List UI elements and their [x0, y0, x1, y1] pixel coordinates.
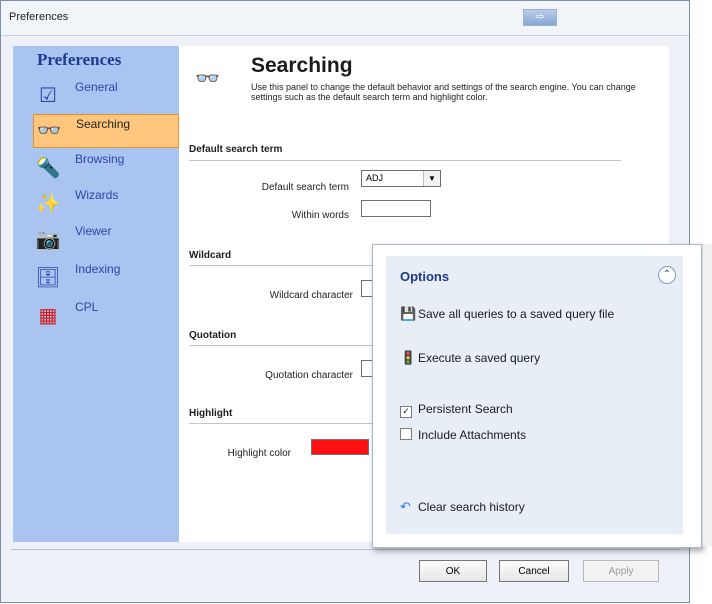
sidebar-item-wizards[interactable]: ✨ Wizards — [33, 188, 179, 222]
section-title-highlight: Highlight — [189, 408, 233, 419]
persistent-search-checkbox[interactable]: ✓ Persistent Search — [400, 402, 560, 418]
divider — [189, 160, 621, 161]
scrollbar[interactable] — [702, 244, 712, 546]
section-title-quotation: Quotation — [189, 330, 237, 341]
quotation-character-label: Quotation character — [265, 370, 353, 381]
traffic-light-icon: 🚦 — [400, 350, 417, 365]
undo-arrow-icon: ↶ — [400, 499, 411, 514]
include-attachments-label: Include Attachments — [418, 428, 527, 442]
options-title: Options — [400, 269, 450, 284]
wildcard-character-label: Wildcard character — [269, 290, 353, 301]
dialog-footer: OK Cancel Apply — [11, 549, 681, 604]
cancel-button[interactable]: Cancel — [499, 560, 569, 582]
options-popup: Options ⌃ 💾 Save all queries to a saved q… — [372, 244, 702, 548]
within-words-label: Within words — [291, 210, 349, 221]
checkbox-unchecked — [400, 428, 412, 440]
highlight-color-picker[interactable] — [311, 439, 369, 455]
sidebar-item-general[interactable]: ☑ General — [33, 80, 179, 114]
sidebar-item-label: CPL — [75, 300, 99, 314]
page-description: Use this panel to change the default beh… — [251, 82, 636, 102]
binoculars-icon: 👓 — [195, 68, 220, 90]
save-queries-task[interactable]: 💾 Save all queries to a saved query file — [400, 306, 660, 322]
window-title: Preferences — [9, 11, 69, 23]
sidebar-item-label: Browsing — [75, 152, 125, 166]
section-title-wildcard: Wildcard — [189, 250, 232, 261]
sidebar-item-label: Searching — [76, 117, 131, 131]
persistent-search-label: Persistent Search — [418, 402, 513, 416]
clear-search-history-link[interactable]: ↶ Clear search history — [400, 499, 590, 515]
database-icon: 🗄 — [35, 267, 61, 289]
sidebar-item-label: General — [75, 80, 118, 94]
apply-button[interactable]: Apply — [583, 560, 659, 582]
binoculars-icon: 👓 — [36, 120, 62, 142]
default-search-term-label: Default search term — [261, 182, 349, 193]
include-attachments-checkbox[interactable]: Include Attachments — [400, 428, 560, 442]
flashlight-icon: 🔦 — [35, 157, 61, 179]
sidebar-item-label: Wizards — [75, 188, 119, 202]
collapse-icon[interactable]: ⌃ — [658, 266, 676, 284]
sidebar-item-label: Indexing — [75, 262, 121, 276]
execute-query-task[interactable]: 🚦 Execute a saved query — [400, 350, 660, 366]
sidebar-item-viewer[interactable]: 📷 Viewer — [33, 224, 179, 258]
page-title: Searching — [251, 54, 353, 77]
highlight-color-label: Highlight color — [227, 448, 291, 459]
within-words-input[interactable] — [361, 200, 431, 217]
ok-button[interactable]: OK — [419, 560, 487, 582]
floppy-disk-icon: 💾 — [400, 306, 417, 321]
title-bar: Preferences ⇨ — [1, 1, 689, 36]
sidebar-item-cpl[interactable]: ▦ CPL — [33, 300, 179, 334]
sidebar-item-searching[interactable]: 👓 Searching — [33, 114, 179, 148]
checkbox-checked: ✓ — [400, 406, 412, 418]
sidebar-item-indexing[interactable]: 🗄 Indexing — [33, 262, 179, 296]
execute-query-label: Execute a saved query — [418, 351, 541, 365]
chevron-down-icon: ▼ — [423, 171, 440, 186]
grid-icon: ▦ — [38, 305, 58, 327]
default-search-term-value: ADJ — [366, 173, 384, 183]
default-search-term-select[interactable]: ADJ ▼ — [361, 170, 441, 187]
save-queries-label: Save all queries to a saved query file — [418, 307, 615, 321]
options-panel: Options ⌃ 💾 Save all queries to a saved q… — [386, 256, 683, 534]
sidebar-item-label: Viewer — [75, 224, 112, 238]
sidebar-item-browsing[interactable]: 🔦 Browsing — [33, 152, 179, 186]
camera-icon: 📷 — [35, 229, 61, 251]
sidebar-heading: Preferences — [37, 50, 122, 69]
sidebar: Preferences ☑ General 👓 Searching 🔦 Brow… — [13, 46, 180, 542]
section-title-default-search-term: Default search term — [189, 144, 283, 155]
dock-button[interactable]: ⇨ — [523, 9, 557, 26]
checklist-icon: ☑ — [39, 85, 57, 107]
clear-search-history-label: Clear search history — [418, 500, 525, 514]
wand-icon: ✨ — [35, 193, 61, 215]
